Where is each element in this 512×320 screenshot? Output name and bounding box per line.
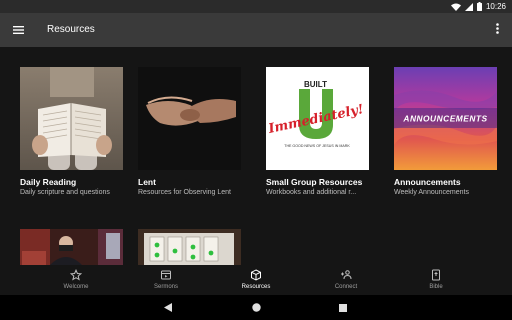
small-group-logo-image: BUILT Immediately! THE GOOD NEWS OF JESU… xyxy=(266,67,369,170)
nav-item-resources[interactable]: Resources xyxy=(226,268,286,294)
card-title: Daily Reading xyxy=(20,177,77,187)
announcements-image: ANNOUNCEMENTS xyxy=(394,67,497,170)
menu-button[interactable] xyxy=(9,21,27,39)
card-title: Lent xyxy=(138,177,156,187)
logo-text-top: BUILT xyxy=(304,80,327,89)
card-small-group-resources[interactable]: BUILT Immediately! THE GOOD NEWS OF JESU… xyxy=(266,67,369,197)
app-bar: Resources xyxy=(0,13,512,47)
card-row2-chart[interactable] xyxy=(138,229,241,265)
star-icon xyxy=(70,268,82,281)
nav-item-bible[interactable]: Bible xyxy=(406,268,466,294)
card-row2-video[interactable] xyxy=(20,229,123,265)
box-icon xyxy=(250,268,262,281)
chart-image xyxy=(138,229,241,265)
nav-label: Sermons xyxy=(153,284,178,290)
bottom-navigation: Welcome Sermons Resources Connect Bible xyxy=(0,265,512,295)
home-circle-icon xyxy=(251,299,261,317)
card-daily-reading[interactable]: Daily Reading Daily scripture and questi… xyxy=(20,67,123,197)
nav-label: Connect xyxy=(334,284,358,290)
back-button[interactable] xyxy=(161,301,175,315)
bible-icon xyxy=(430,268,442,281)
resources-grid: Daily Reading Daily scripture and questi… xyxy=(0,47,512,265)
nav-label: Bible xyxy=(429,284,443,290)
back-triangle-icon xyxy=(164,299,172,317)
lent-image xyxy=(138,67,241,170)
nav-label: Welcome xyxy=(63,284,89,290)
nav-item-sermons[interactable]: Sermons xyxy=(136,268,196,294)
nav-item-connect[interactable]: Connect xyxy=(316,268,376,294)
recents-square-icon xyxy=(339,299,347,317)
page-title: Resources xyxy=(47,24,95,35)
card-lent[interactable]: Lent Resources for Observing Lent xyxy=(138,67,241,197)
card-subtitle: Resources for Observing Lent xyxy=(138,189,231,196)
video-image xyxy=(20,229,123,265)
nav-item-welcome[interactable]: Welcome xyxy=(46,268,106,294)
nav-label: Resources xyxy=(241,284,271,290)
card-subtitle: Daily scripture and questions xyxy=(20,189,110,196)
card-subtitle: Weekly Announcements xyxy=(394,189,469,196)
recents-button[interactable] xyxy=(336,301,350,315)
home-button[interactable] xyxy=(249,301,263,315)
connect-icon xyxy=(340,268,352,281)
system-navigation-bar xyxy=(0,295,512,320)
announcements-image-text: ANNOUNCEMENTS xyxy=(402,114,487,124)
sermons-icon xyxy=(160,268,172,281)
status-bar: 10:26 xyxy=(0,0,512,13)
daily-reading-image xyxy=(20,67,123,170)
overflow-menu-button[interactable] xyxy=(491,21,503,39)
more-vert-icon xyxy=(495,21,499,39)
hamburger-icon xyxy=(12,21,24,39)
card-announcements[interactable]: ANNOUNCEMENTS Announcements Weekly Annou… xyxy=(394,67,497,197)
card-title: Announcements xyxy=(394,177,461,187)
logo-text-bottom: THE GOOD NEWS OF JESUS IN MARK xyxy=(284,144,350,148)
card-title: Small Group Resources xyxy=(266,177,363,187)
card-subtitle: Workbooks and additional r... xyxy=(266,189,357,196)
status-time: 10:26 xyxy=(485,2,506,11)
